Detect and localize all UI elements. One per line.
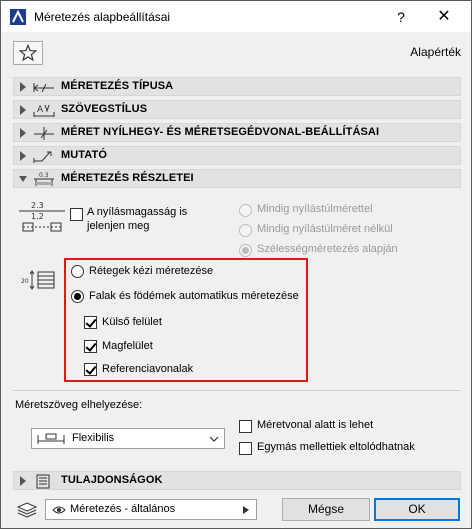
eye-icon	[52, 506, 66, 514]
svg-text:2.3: 2.3	[31, 201, 44, 210]
star-icon	[18, 43, 38, 62]
arrowhead-icon	[34, 127, 54, 140]
core-checkbox[interactable]	[84, 340, 97, 353]
section-details[interactable]: 0.3 MÉRETEZÉS RÉSZLETEI	[13, 169, 461, 188]
defaults-label: Alapérték	[410, 45, 461, 59]
manual-layers-radio[interactable]	[71, 265, 84, 278]
below-line-checkbox[interactable]	[239, 420, 252, 433]
archicad-icon	[10, 9, 26, 25]
svg-text:0.3: 0.3	[39, 172, 49, 179]
chevron-down-icon	[209, 436, 219, 442]
width-based-label: Szélességméretezés alapján	[257, 243, 398, 255]
help-button[interactable]: ?	[389, 6, 413, 28]
section-arrow-settings[interactable]: MÉRET NYÍLHEGY- ÉS MÉRETSEGÉDVONAL-BEÁLL…	[13, 123, 461, 142]
expand-arrow-icon	[20, 476, 26, 486]
selected-option: Flexibilis	[72, 432, 115, 444]
opening-height-label-2: jelenjen meg	[87, 220, 150, 232]
close-button[interactable]: ✕	[429, 6, 459, 28]
collapse-arrow-icon	[19, 176, 27, 182]
text-placement-label: Méretszöveg elhelyezése:	[15, 399, 143, 411]
text-style-icon: A	[33, 104, 55, 117]
expand-arrow-icon	[20, 151, 26, 161]
outer-surface-checkbox[interactable]	[84, 316, 97, 329]
ok-button[interactable]: OK	[374, 498, 460, 521]
wall-layers-icon: 20	[21, 270, 55, 290]
svg-text:A: A	[37, 105, 44, 115]
svg-text:20: 20	[21, 278, 29, 285]
shift-adjacent-checkbox[interactable]	[239, 442, 252, 455]
auto-walls-label: Falak és födémek automatikus méretezése	[89, 290, 299, 302]
favorites-stack-icon[interactable]	[15, 499, 39, 519]
section-label: MUTATÓ	[61, 149, 108, 161]
section-label: MÉRETEZÉS TÍPUSA	[61, 80, 174, 92]
details-icon: 0.3	[34, 172, 54, 186]
favorites-select[interactable]: Méretezés - általános	[45, 499, 257, 520]
shift-adjacent-label: Egymás mellettiek eltolódhatnak	[257, 441, 415, 453]
auto-walls-radio[interactable]	[71, 290, 84, 303]
section-dimension-type[interactable]: MÉRETEZÉS TÍPUSA	[13, 77, 461, 96]
flexible-placement-icon	[37, 433, 65, 444]
favorite-name: Méretezés - általános	[70, 503, 176, 515]
divider	[13, 390, 461, 391]
always-with-oversize-radio[interactable]	[239, 204, 252, 217]
below-line-label: Méretvonal alatt is lehet	[257, 419, 374, 431]
section-label: MÉRET NYÍLHEGY- ÉS MÉRETSEGÉDVONAL-BEÁLL…	[61, 126, 380, 138]
reference-lines-checkbox[interactable]	[84, 363, 97, 376]
manual-layers-label: Rétegek kézi méretezése	[89, 265, 214, 277]
dimension-type-icon	[33, 83, 54, 93]
opening-height-label: A nyílásmagasság is	[87, 206, 188, 218]
always-without-oversize-label: Mindig nyílástúlméret nélkül	[257, 223, 393, 235]
section-properties[interactable]: TULAJDONSÁGOK	[13, 471, 461, 490]
section-marker[interactable]: MUTATÓ	[13, 146, 461, 165]
properties-icon	[36, 474, 50, 489]
expand-arrow-icon	[20, 128, 26, 138]
section-label: SZÖVEGSTÍLUS	[61, 103, 148, 115]
outer-surface-label: Külső felület	[102, 316, 162, 328]
text-placement-select[interactable]: Flexibilis	[31, 428, 225, 449]
opening-height-icon: 2.3 1.2	[19, 201, 65, 232]
title-bar: Méretezés alapbeállításai ? ✕	[1, 1, 471, 32]
section-label: MÉRETEZÉS RÉSZLETEI	[61, 172, 194, 184]
always-with-oversize-label: Mindig nyílástúlmérettel	[257, 203, 373, 215]
expand-arrow-icon	[20, 105, 26, 115]
section-text-style[interactable]: A SZÖVEGSTÍLUS	[13, 100, 461, 119]
always-without-oversize-radio[interactable]	[239, 224, 252, 237]
favorites-star-button[interactable]	[13, 41, 43, 65]
width-based-radio[interactable]	[239, 244, 252, 257]
svg-text:1.2: 1.2	[31, 212, 44, 221]
show-opening-height-checkbox[interactable]	[70, 208, 83, 221]
marker-icon	[33, 151, 52, 163]
chevron-right-icon	[243, 506, 249, 514]
core-label: Magfelület	[102, 340, 153, 352]
section-label: TULAJDONSÁGOK	[61, 474, 163, 486]
dialog-window: Méretezés alapbeállításai ? ✕ Alapérték …	[0, 0, 472, 529]
window-title: Méretezés alapbeállításai	[34, 10, 171, 24]
expand-arrow-icon	[20, 82, 26, 92]
reference-lines-label: Referenciavonalak	[102, 363, 194, 375]
cancel-button[interactable]: Mégse	[282, 498, 370, 521]
